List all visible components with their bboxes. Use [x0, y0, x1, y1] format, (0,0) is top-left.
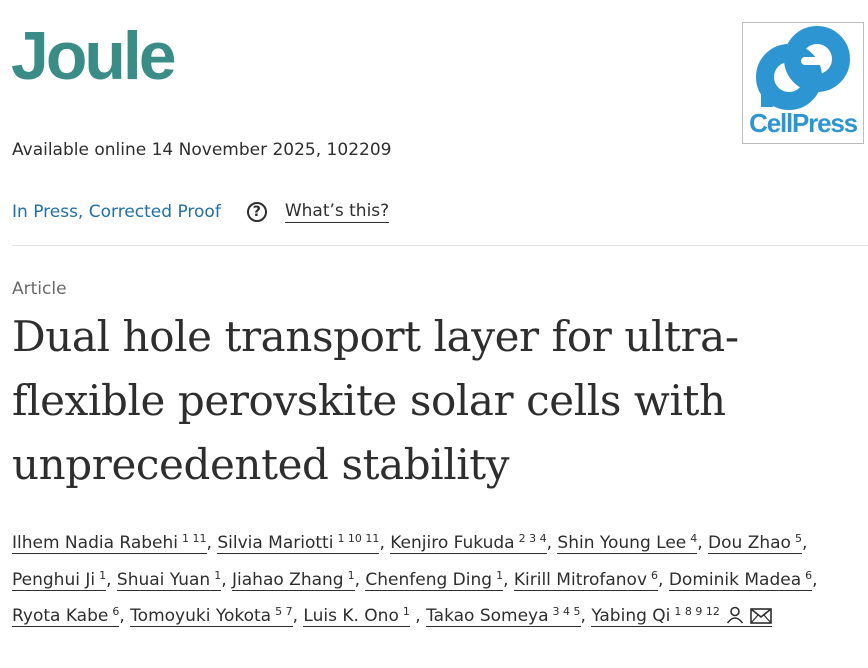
article-title: Dual hole transport layer for ultra-flex… — [12, 312, 739, 489]
author-link[interactable]: Dominik Madea 6 — [668, 569, 813, 591]
author-link-corresponding[interactable]: Yabing Qi 1 8 9 12 — [591, 605, 772, 627]
question-circle-icon[interactable]: ? — [246, 202, 267, 222]
cellpress-mark-icon — [756, 26, 850, 110]
author-link[interactable]: Ilhem Nadia Rabehi 1 11 — [12, 532, 207, 554]
author-link[interactable]: Dou Zhao 5 — [708, 532, 802, 554]
author-link[interactable]: Luis K. Ono 1 — [303, 605, 410, 627]
author-link[interactable]: Jiahao Zhang 1 — [232, 569, 355, 591]
article-type: Article — [12, 279, 67, 299]
author-link[interactable]: Penghui Ji 1 — [12, 569, 107, 591]
author-link[interactable]: Shuai Yuan 1 — [116, 569, 222, 591]
article-status-row: In Press, Corrected Proof ? What’s this? — [12, 198, 390, 226]
author-link[interactable]: Kirill Mitrofanov 6 — [513, 569, 659, 591]
journal-title[interactable]: Joule — [11, 22, 177, 90]
author-link[interactable]: Ryota Kabe 6 — [12, 605, 120, 627]
person-icon — [726, 606, 744, 624]
in-press-link[interactable]: In Press, Corrected Proof — [12, 202, 221, 222]
author-link[interactable]: Tomoyuki Yokota 5 7 — [130, 605, 293, 627]
cellpress-logo[interactable]: CellPress — [742, 22, 864, 144]
header-divider — [12, 245, 868, 246]
author-link[interactable]: Silvia Mariotti 1 10 11 — [217, 532, 380, 554]
author-link[interactable]: Chenfeng Ding 1 — [365, 569, 504, 591]
cellpress-wordmark: CellPress — [749, 108, 858, 138]
envelope-icon[interactable] — [750, 608, 772, 624]
author-link[interactable]: Shin Young Lee 4 — [557, 532, 698, 554]
author-list: Ilhem Nadia Rabehi 1 11, Silvia Mariotti 1… — [12, 532, 818, 627]
author-link[interactable]: Takao Someya 3 4 5 — [426, 605, 581, 627]
author-link[interactable]: Kenjiro Fukuda 2 3 4 — [390, 532, 547, 554]
publication-date: Available online 14 November 2025, 10220… — [12, 140, 392, 160]
whats-this-link[interactable]: What’s this? — [284, 201, 390, 223]
